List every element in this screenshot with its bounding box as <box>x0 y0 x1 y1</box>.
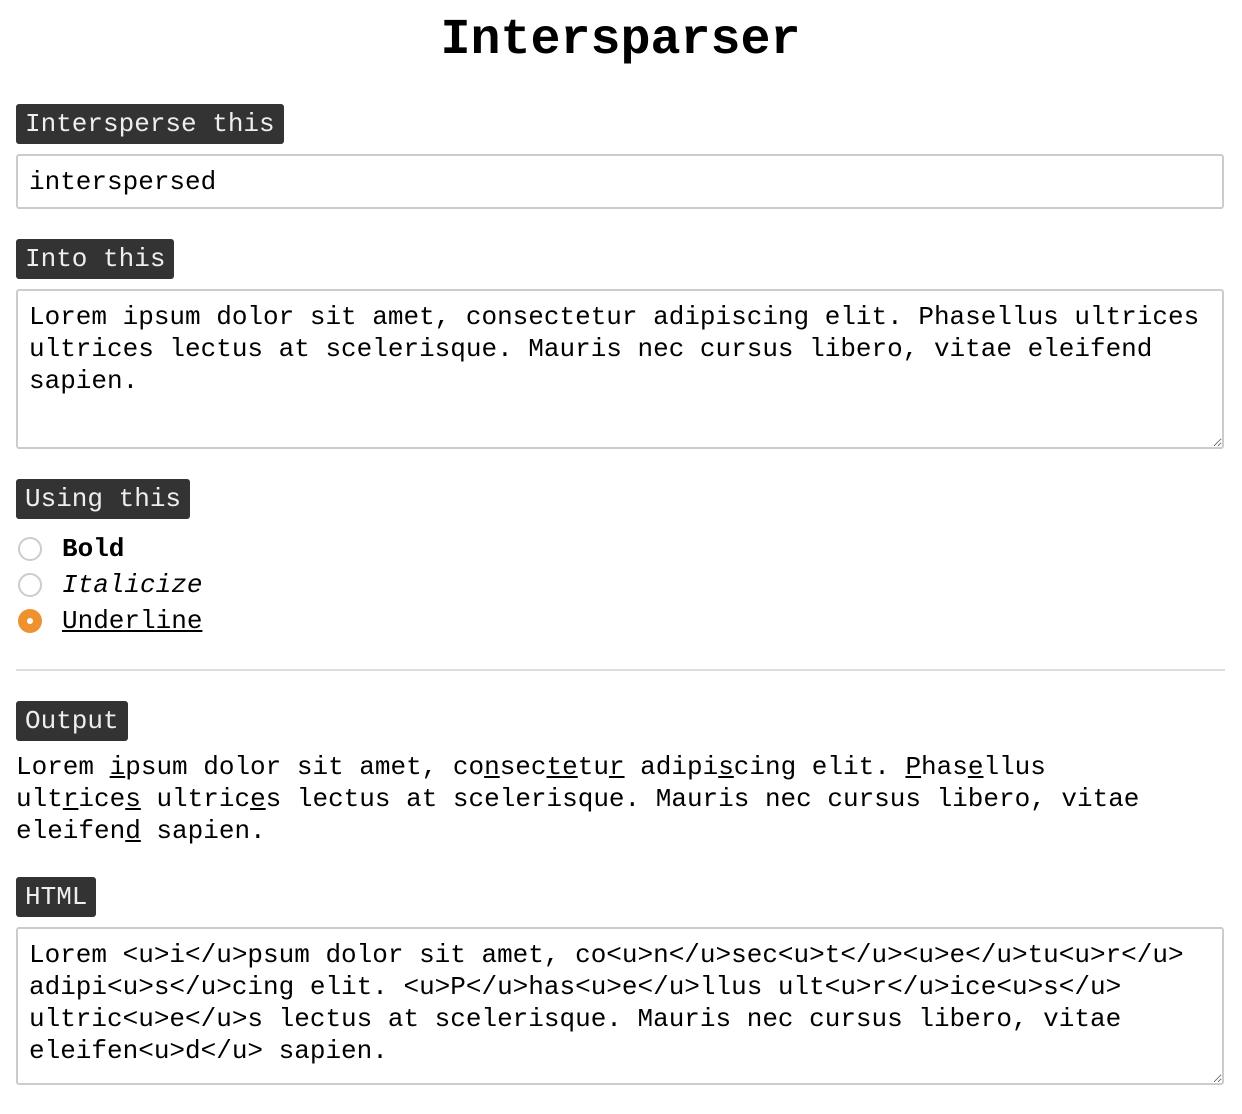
divider <box>16 669 1225 671</box>
into-label: Into this <box>16 239 175 279</box>
html-label: HTML <box>16 877 97 917</box>
output-segment: Lorem <box>16 752 110 782</box>
into-textarea[interactable]: Lorem ipsum dolor sit amet, consectetur … <box>16 289 1224 449</box>
underlined-char: i <box>109 752 126 782</box>
output-text: Lorem ipsum dolor sit amet, consectetur … <box>16 751 1156 847</box>
intersperse-section: Intersperse this <box>16 104 1225 209</box>
using-section: Using this Bold Italicize Underline <box>16 479 1225 639</box>
underlined-char: s <box>125 784 141 814</box>
underlined-char: e <box>250 784 266 814</box>
html-section: HTML Lorem <u>i</u>psum dolor sit amet, … <box>16 877 1225 1085</box>
underlined-char: r <box>608 752 625 782</box>
output-segment: sapien. <box>140 816 266 846</box>
output-segment: adipi <box>624 752 719 782</box>
output-segment: ice <box>78 784 126 814</box>
underlined-char: e <box>562 752 578 782</box>
output-segment: sec <box>499 752 547 782</box>
underlined-char: r <box>62 784 79 814</box>
radio-italicize-label: Italicize <box>62 570 203 600</box>
radio-italicize[interactable]: Italicize <box>16 567 1225 603</box>
into-section: Into this Lorem ipsum dolor sit amet, co… <box>16 239 1225 449</box>
radio-circle[interactable] <box>18 573 42 597</box>
underlined-char: t <box>546 752 563 782</box>
radio-underline-label: Underline <box>62 606 203 636</box>
output-segment: has <box>921 752 968 782</box>
output-segment: cing elit. <box>733 752 906 782</box>
radio-circle[interactable] <box>18 537 42 561</box>
radio-bold[interactable]: Bold <box>16 531 1225 567</box>
output-segment: psum dolor sit amet, co <box>125 752 485 782</box>
underlined-char: e <box>967 752 984 782</box>
underlined-char: n <box>484 752 500 782</box>
radio-underline[interactable]: Underline <box>16 603 1225 639</box>
underlined-char: P <box>905 752 922 782</box>
radio-circle-selected[interactable] <box>18 609 42 633</box>
using-label: Using this <box>16 479 191 519</box>
intersperse-label: Intersperse this <box>16 104 284 144</box>
underlined-char: s <box>718 752 734 782</box>
output-segment: ultric <box>140 784 251 814</box>
output-label: Output <box>16 701 128 741</box>
underlined-char: d <box>125 816 141 846</box>
page-title: Intersparser <box>440 12 801 69</box>
radio-bold-label: Bold <box>62 534 125 564</box>
output-segment: tu <box>577 752 609 782</box>
html-textarea[interactable]: Lorem <u>i</u>psum dolor sit amet, co<u>… <box>16 927 1224 1085</box>
intersperse-input[interactable] <box>16 154 1224 209</box>
output-section: Output Lorem ipsum dolor sit amet, conse… <box>16 701 1225 847</box>
